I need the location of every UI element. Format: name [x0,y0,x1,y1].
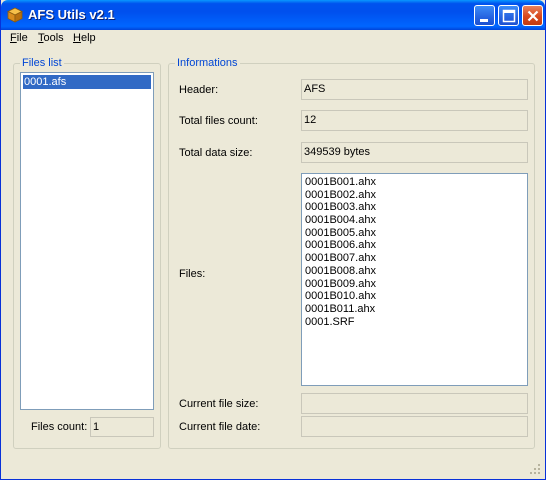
total-files-count-field: 12 [301,110,528,131]
resize-grip-icon[interactable] [528,462,542,476]
menu-help[interactable]: Help [73,32,96,44]
files-list-group-title: Files list [20,57,64,69]
menu-file[interactable]: File [10,32,28,44]
list-item[interactable]: 0001B003.ahx [305,201,524,214]
files-count-label: Files count: [31,421,88,433]
list-item[interactable]: 0001B008.ahx [305,265,524,278]
list-item[interactable]: 0001B002.ahx [305,189,524,202]
window-title: AFS Utils v2.1 [28,7,115,22]
current-file-date-label: Current file date: [179,421,261,433]
list-item[interactable]: 0001B007.ahx [305,252,524,265]
files-contents-list[interactable]: 0001B001.ahx 0001B002.ahx 0001B003.ahx 0… [301,173,528,386]
maximize-icon [502,9,516,23]
list-item[interactable]: 0001.SRF [305,316,524,329]
close-button[interactable] [522,5,543,26]
menu-bar: File Tools Help [1,30,545,48]
header-field: AFS [301,79,528,100]
informations-group-title: Informations [175,57,240,69]
close-icon [527,10,539,22]
header-label: Header: [179,84,219,96]
current-file-size-label: Current file size: [179,398,259,410]
minimize-icon [480,19,488,22]
minimize-button[interactable] [474,5,495,26]
title-bar[interactable]: AFS Utils v2.1 [1,0,545,30]
list-item[interactable]: 0001B006.ahx [305,239,524,252]
list-item[interactable]: 0001B009.ahx [305,278,524,291]
afs-box-icon [7,7,23,23]
list-item[interactable]: 0001B011.ahx [305,303,524,316]
total-data-size-label: Total data size: [179,147,253,159]
menu-tools[interactable]: Tools [38,32,64,44]
list-item[interactable]: 0001B010.ahx [305,290,524,303]
total-data-size-field: 349539 bytes [301,142,528,163]
app-window: AFS Utils v2.1 File Tools Help Files lis… [0,0,546,480]
list-item[interactable]: 0001B005.ahx [305,227,524,240]
list-item[interactable]: 0001.afs [23,75,151,89]
maximize-button[interactable] [498,5,519,26]
list-item[interactable]: 0001B004.ahx [305,214,524,227]
list-item[interactable]: 0001B001.ahx [305,176,524,189]
files-label: Files: [179,268,206,280]
total-files-count-label: Total files count: [179,115,258,127]
current-file-date-field [301,416,528,437]
files-count-field: 1 [90,417,154,437]
current-file-size-field [301,393,528,414]
files-listbox[interactable]: 0001.afs [20,72,154,410]
